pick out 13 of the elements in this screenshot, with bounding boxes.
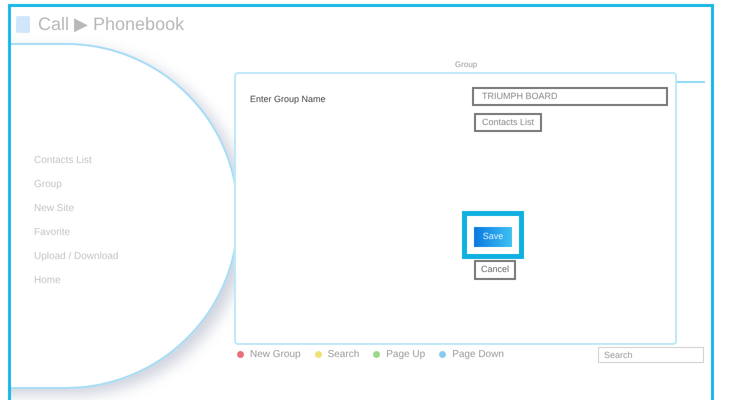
cancel-button[interactable]: Cancel [474, 260, 516, 280]
tab[interactable]: Group [455, 59, 478, 71]
legend-label: Page Down [452, 348, 504, 362]
contacts-list-button[interactable]: Contacts List [474, 113, 542, 132]
legend-label: Page Up [386, 348, 426, 362]
field-label: Enter Group Name [250, 93, 327, 106]
app-icon [16, 16, 30, 33]
page-title: Call ▶ Phonebook [38, 13, 184, 36]
legend-label: Search [328, 348, 360, 362]
save-button[interactable]: Save [474, 226, 512, 247]
search-field[interactable]: Search [598, 347, 704, 363]
legend-label: New Group [250, 348, 301, 362]
group-name-field[interactable]: TRIUMPH BOARD [472, 87, 668, 106]
